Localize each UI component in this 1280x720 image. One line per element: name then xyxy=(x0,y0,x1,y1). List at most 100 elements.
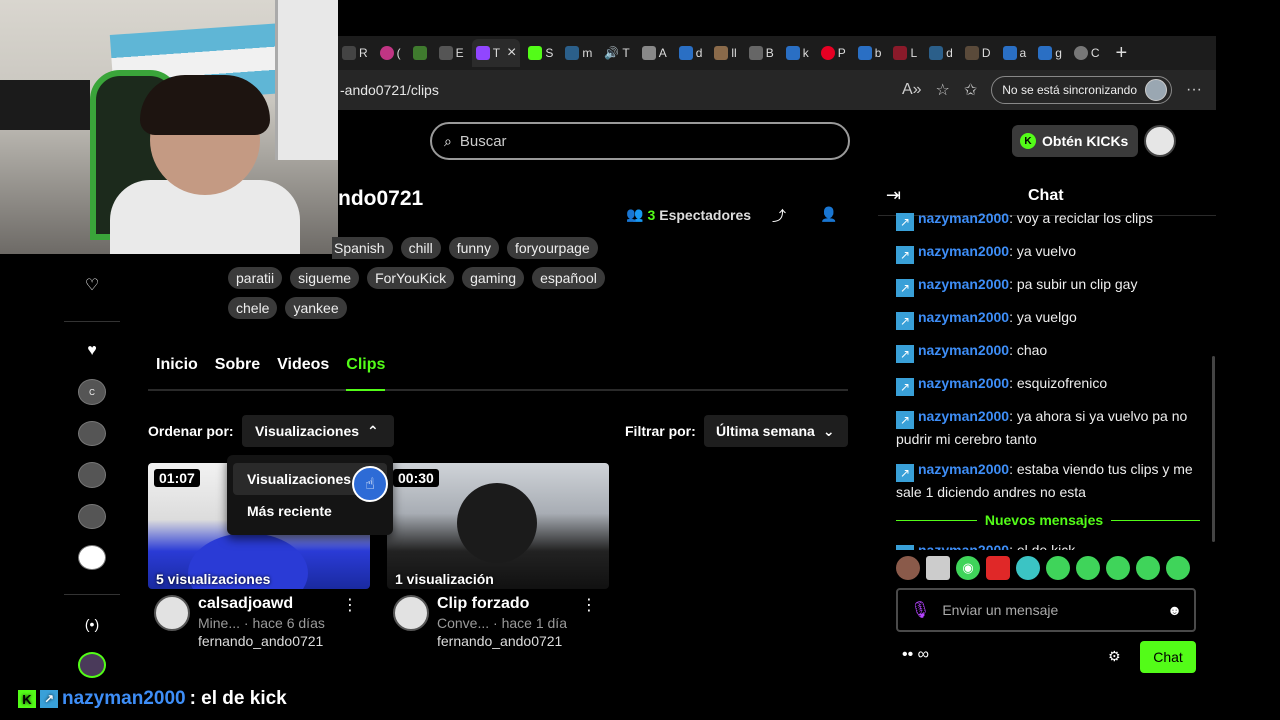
browser-tab[interactable]: P xyxy=(817,39,850,67)
browser-tab[interactable]: k xyxy=(782,39,813,67)
chat-username[interactable]: nazyman2000 xyxy=(918,243,1009,259)
new-tab-button[interactable]: + xyxy=(1116,42,1128,65)
chat-username[interactable]: nazyman2000 xyxy=(918,276,1009,292)
browser-tab[interactable]: D xyxy=(961,39,995,67)
browser-tab[interactable]: ( xyxy=(376,39,405,67)
chat-username[interactable]: nazyman2000 xyxy=(918,542,1009,550)
live-broadcast-icon[interactable]: (•) xyxy=(78,611,106,636)
browser-tab[interactable] xyxy=(409,39,431,67)
sync-status-button[interactable]: No se está sincronizando xyxy=(991,76,1173,104)
followed-channel-avatar[interactable] xyxy=(78,420,106,447)
tag[interactable]: Spanish xyxy=(332,237,393,259)
browser-tab[interactable]: b xyxy=(854,39,886,67)
emote-icon[interactable] xyxy=(926,556,950,580)
chat-username[interactable]: nazyman2000 xyxy=(918,309,1009,325)
tag[interactable]: funny xyxy=(448,237,499,259)
browser-tab[interactable]: g xyxy=(1034,39,1066,67)
more-vertical-icon[interactable]: ⋮ xyxy=(342,595,358,615)
emote-ghost-icon[interactable] xyxy=(1166,556,1190,580)
clip-title[interactable]: calsadjoawd xyxy=(198,595,325,613)
chat-scrollbar[interactable] xyxy=(1212,356,1215,542)
more-vertical-icon[interactable]: ⋮ xyxy=(581,595,597,615)
chat-input-placeholder[interactable]: Enviar un mensaje xyxy=(942,602,1155,618)
emoji-picker-icon[interactable]: ☻ xyxy=(1167,602,1182,618)
chat-input-box[interactable]: 🎙 Enviar un mensaje ☻ xyxy=(896,588,1196,632)
tab-inicio[interactable]: Inicio xyxy=(156,356,198,389)
get-kicks-button[interactable]: K Obtén KICKs xyxy=(1012,125,1139,157)
tab-clips[interactable]: Clips xyxy=(346,356,386,391)
chat-settings-gear-icon[interactable]: ⚙ xyxy=(1108,648,1121,665)
tag[interactable]: gaming xyxy=(462,267,525,289)
url-text[interactable]: -ando0721/clips xyxy=(340,82,439,98)
tag[interactable]: paratii xyxy=(228,267,283,289)
browser-tab[interactable]: a xyxy=(999,39,1031,67)
tag[interactable]: sigueme xyxy=(290,267,360,289)
clip-category[interactable]: Conve... xyxy=(437,615,489,631)
browser-tab[interactable]: C xyxy=(1070,39,1104,67)
chat-username[interactable]: nazyman2000 xyxy=(918,342,1009,358)
browser-tab[interactable]: L xyxy=(889,39,921,67)
emote-smile-icon[interactable] xyxy=(1136,556,1160,580)
clip-title[interactable]: Clip forzado xyxy=(437,595,567,613)
favorite-star-icon[interactable]: ☆ xyxy=(936,80,950,100)
emote-face-icon[interactable] xyxy=(896,556,920,580)
tag[interactable]: yankee xyxy=(285,297,347,319)
sort-dropdown[interactable]: Visualizaciones ⌃ xyxy=(242,415,394,447)
tab-videos[interactable]: Videos xyxy=(277,356,329,389)
favorites-list-icon[interactable]: ✩ xyxy=(964,80,977,100)
clip-channel-avatar[interactable] xyxy=(154,595,190,631)
heart-outline-icon[interactable]: ♡ xyxy=(78,272,106,297)
browser-tab[interactable]: S xyxy=(524,39,557,67)
tab-sobre[interactable]: Sobre xyxy=(215,356,260,389)
browser-tab[interactable]: A xyxy=(638,39,671,67)
emote-eye-icon[interactable] xyxy=(1106,556,1130,580)
chat-footer-icons[interactable]: •• ∞ xyxy=(902,646,929,664)
chat-send-button[interactable]: Chat xyxy=(1140,641,1196,673)
browser-tab[interactable]: d xyxy=(925,39,957,67)
collapse-chat-icon[interactable]: ⇥ xyxy=(886,185,901,206)
emote-blob-icon[interactable] xyxy=(1076,556,1100,580)
clip-category[interactable]: Mine... xyxy=(198,615,240,631)
more-options-icon[interactable]: ··· xyxy=(1186,81,1202,99)
read-aloud-icon[interactable]: A» xyxy=(902,81,922,99)
clip-channel-avatar[interactable] xyxy=(393,595,429,631)
chat-username[interactable]: nazyman2000 xyxy=(918,408,1009,424)
tag[interactable]: chele xyxy=(228,297,278,319)
clip-author[interactable]: fernando_ando0721 xyxy=(198,633,325,649)
browser-tab[interactable]: 🔊 T xyxy=(600,39,633,67)
browser-tab[interactable]: ll xyxy=(710,39,740,67)
followed-channel-avatar[interactable] xyxy=(78,462,106,488)
clip-thumbnail[interactable]: 00:30 1 visualización xyxy=(387,463,609,589)
search-bar[interactable]: ⌕ xyxy=(430,122,850,160)
share-icon[interactable]: ⤴ xyxy=(772,206,786,226)
emote-halo-icon[interactable] xyxy=(1046,556,1070,580)
close-tab-icon[interactable]: × xyxy=(507,44,516,62)
emote-icon[interactable] xyxy=(1016,556,1040,580)
followed-channel-avatar[interactable] xyxy=(78,544,106,571)
browser-tab-active[interactable]: T × xyxy=(471,39,521,67)
browser-tab[interactable]: E xyxy=(435,39,468,67)
chat-username[interactable]: nazyman2000 xyxy=(918,461,1009,477)
clip-author[interactable]: fernando_ando0721 xyxy=(437,633,567,649)
chat-username[interactable]: nazyman2000 xyxy=(918,375,1009,391)
browser-tab[interactable]: m xyxy=(561,39,596,67)
heart-icon[interactable]: ♥ xyxy=(78,338,106,363)
tag[interactable]: ForYouKick xyxy=(367,267,455,289)
address-bar[interactable]: -ando0721/clips A» ☆ ✩ No se está sincro… xyxy=(338,70,1216,110)
new-messages-divider[interactable]: Nuevos mensajes xyxy=(896,512,1201,528)
followed-channel-avatar[interactable]: C xyxy=(78,379,106,405)
microphone-icon[interactable]: 🎙 xyxy=(910,600,930,620)
user-avatar[interactable] xyxy=(1144,125,1176,157)
browser-tab[interactable]: B xyxy=(745,39,778,67)
filter-dropdown[interactable]: Última semana ⌄ xyxy=(704,415,848,447)
follow-user-icon[interactable]: 👤 xyxy=(820,206,837,223)
emote-angry-icon[interactable] xyxy=(986,556,1010,580)
tag[interactable]: españool xyxy=(532,267,605,289)
clip-card[interactable]: 00:30 1 visualización Clip forzado Conve… xyxy=(387,463,609,649)
chat-username[interactable]: nazyman2000 xyxy=(918,210,1009,226)
emote-alien-icon[interactable]: ◉ xyxy=(956,556,980,580)
tag[interactable]: foryourpage xyxy=(506,237,598,259)
browser-tab[interactable]: d xyxy=(675,39,707,67)
followed-channel-avatar[interactable] xyxy=(78,503,106,529)
streamer-avatar[interactable] xyxy=(78,652,106,679)
